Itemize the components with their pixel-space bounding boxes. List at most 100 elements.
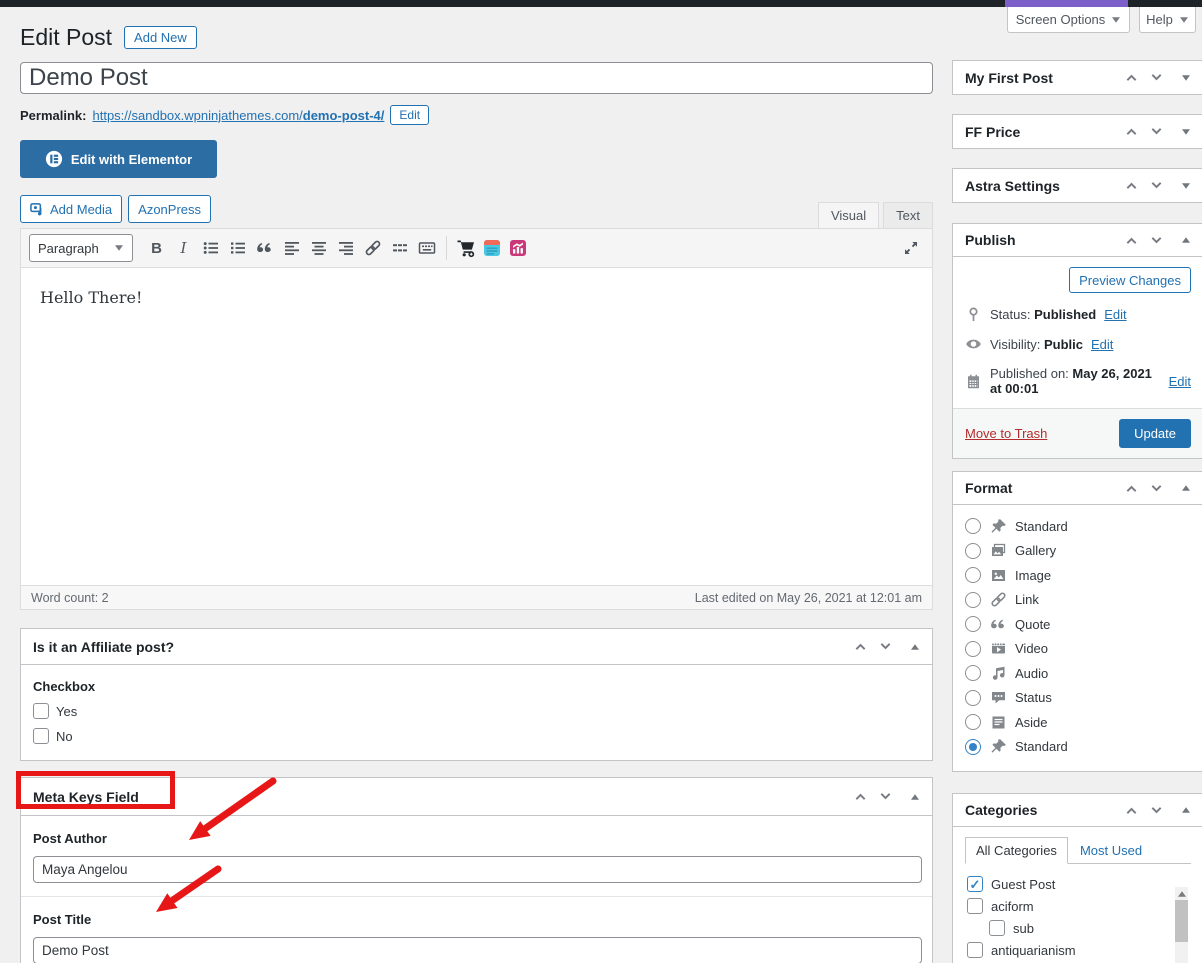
format-radio[interactable] <box>965 690 981 706</box>
tab-text[interactable]: Text <box>883 202 933 228</box>
category-checkbox[interactable] <box>989 920 1005 936</box>
tab-visual[interactable]: Visual <box>818 202 879 228</box>
ff-price-header[interactable]: FF Price <box>953 115 1202 148</box>
ff-price-metabox: FF Price <box>952 114 1202 149</box>
affiliate-yes-checkbox[interactable] <box>33 703 49 719</box>
insert-link-button[interactable] <box>359 235 386 262</box>
move-down-button[interactable] <box>1150 234 1163 247</box>
format-radio[interactable] <box>965 543 981 559</box>
scrollbar-thumb[interactable] <box>1175 900 1188 942</box>
align-left-button[interactable] <box>278 235 305 262</box>
format-radio[interactable] <box>965 739 981 755</box>
edit-status-link[interactable]: Edit <box>1104 307 1126 322</box>
categories-scrollbar[interactable] <box>1175 887 1188 963</box>
update-button[interactable]: Update <box>1119 419 1191 448</box>
format-radio[interactable] <box>965 616 981 632</box>
move-up-button[interactable] <box>1125 804 1138 817</box>
affiliate-yes-label: Yes <box>56 704 77 719</box>
move-down-button[interactable] <box>1150 804 1163 817</box>
scroll-up-button[interactable] <box>1175 887 1188 900</box>
collapse-toggle-icon[interactable] <box>910 642 920 652</box>
permalink-edit-button[interactable]: Edit <box>390 105 429 125</box>
numbered-list-button[interactable] <box>224 235 251 262</box>
italic-button[interactable]: I <box>170 235 197 262</box>
tab-all-categories[interactable]: All Categories <box>965 837 1068 864</box>
collapse-toggle-icon[interactable] <box>1181 805 1191 815</box>
numbered-list-icon <box>229 239 247 257</box>
format-radio[interactable] <box>965 665 981 681</box>
chart-plugin-button[interactable] <box>505 235 531 261</box>
format-header[interactable]: Format <box>953 472 1202 505</box>
bold-button[interactable]: B <box>143 235 170 262</box>
collapse-toggle-icon[interactable] <box>1181 73 1191 83</box>
format-radio[interactable] <box>965 641 981 657</box>
post-title-input[interactable] <box>20 62 933 94</box>
edit-visibility-link[interactable]: Edit <box>1091 337 1113 352</box>
paragraph-format-select[interactable]: Paragraph <box>29 234 133 262</box>
my-first-post-header[interactable]: My First Post <box>953 61 1202 94</box>
edit-with-elementor-button[interactable]: Edit with Elementor <box>20 140 217 178</box>
align-right-button[interactable] <box>332 235 359 262</box>
categories-header[interactable]: Categories <box>953 794 1202 827</box>
distraction-free-button[interactable] <box>897 235 924 262</box>
align-center-icon <box>310 239 328 257</box>
collapse-toggle-icon[interactable] <box>1181 127 1191 137</box>
meta-keys-metabox-title: Meta Keys Field <box>33 789 139 805</box>
format-radio[interactable] <box>965 567 981 583</box>
move-up-button[interactable] <box>1125 71 1138 84</box>
preview-changes-button[interactable]: Preview Changes <box>1069 267 1191 293</box>
move-down-button[interactable] <box>879 640 892 653</box>
move-up-button[interactable] <box>854 640 867 653</box>
post-author-input[interactable] <box>33 856 922 883</box>
meta-keys-metabox-header[interactable]: Meta Keys Field <box>21 778 932 816</box>
format-radio[interactable] <box>965 592 981 608</box>
add-media-button[interactable]: Add Media <box>20 195 122 223</box>
publish-header[interactable]: Publish <box>953 224 1202 257</box>
azonpress-button[interactable]: AzonPress <box>128 195 211 223</box>
move-up-button[interactable] <box>1125 482 1138 495</box>
add-media-label: Add Media <box>50 202 112 217</box>
move-down-button[interactable] <box>1150 482 1163 495</box>
notebook-plugin-button[interactable] <box>479 235 505 261</box>
collapse-toggle-icon[interactable] <box>1181 483 1191 493</box>
format-radio[interactable] <box>965 714 981 730</box>
bullet-list-button[interactable] <box>197 235 224 262</box>
permalink-link[interactable]: https://sandbox.wpninjathemes.com/demo-p… <box>92 108 384 123</box>
add-new-button[interactable]: Add New <box>124 26 197 49</box>
astra-settings-header[interactable]: Astra Settings <box>953 169 1202 202</box>
editor-content-area[interactable]: Hello There! <box>21 268 932 585</box>
move-down-button[interactable] <box>1150 125 1163 138</box>
affiliate-no-checkbox[interactable] <box>33 728 49 744</box>
editor-toolbar: Paragraph B I <box>21 229 932 268</box>
toolbar-toggle-button[interactable] <box>413 235 440 262</box>
azonpress-shortcode-button[interactable] <box>453 235 479 261</box>
align-center-button[interactable] <box>305 235 332 262</box>
category-checkbox[interactable] <box>967 898 983 914</box>
move-up-button[interactable] <box>854 790 867 803</box>
format-radio[interactable] <box>965 518 981 534</box>
read-more-button[interactable] <box>386 235 413 262</box>
affiliate-metabox-header[interactable]: Is it an Affiliate post? <box>21 629 932 665</box>
move-up-button[interactable] <box>1125 125 1138 138</box>
paragraph-format-label: Paragraph <box>38 241 99 256</box>
notebook-icon <box>482 238 502 258</box>
last-edited: Last edited on May 26, 2021 at 12:01 am <box>695 591 922 605</box>
collapse-toggle-icon[interactable] <box>1181 181 1191 191</box>
checkbox-field-label: Checkbox <box>33 679 920 694</box>
tab-most-used[interactable]: Most Used <box>1068 838 1154 863</box>
move-up-button[interactable] <box>1125 179 1138 192</box>
move-up-button[interactable] <box>1125 234 1138 247</box>
edit-published-date-link[interactable]: Edit <box>1169 374 1191 389</box>
move-down-button[interactable] <box>1150 179 1163 192</box>
astra-settings-title: Astra Settings <box>965 178 1060 194</box>
move-down-button[interactable] <box>879 790 892 803</box>
move-to-trash-link[interactable]: Move to Trash <box>965 426 1047 441</box>
category-checkbox[interactable] <box>967 876 983 892</box>
my-first-post-metabox: My First Post <box>952 60 1202 95</box>
collapse-toggle-icon[interactable] <box>910 792 920 802</box>
collapse-toggle-icon[interactable] <box>1181 235 1191 245</box>
category-checkbox[interactable] <box>967 942 983 958</box>
move-down-button[interactable] <box>1150 71 1163 84</box>
post-title-meta-input[interactable] <box>33 937 922 963</box>
blockquote-button[interactable] <box>251 235 278 262</box>
